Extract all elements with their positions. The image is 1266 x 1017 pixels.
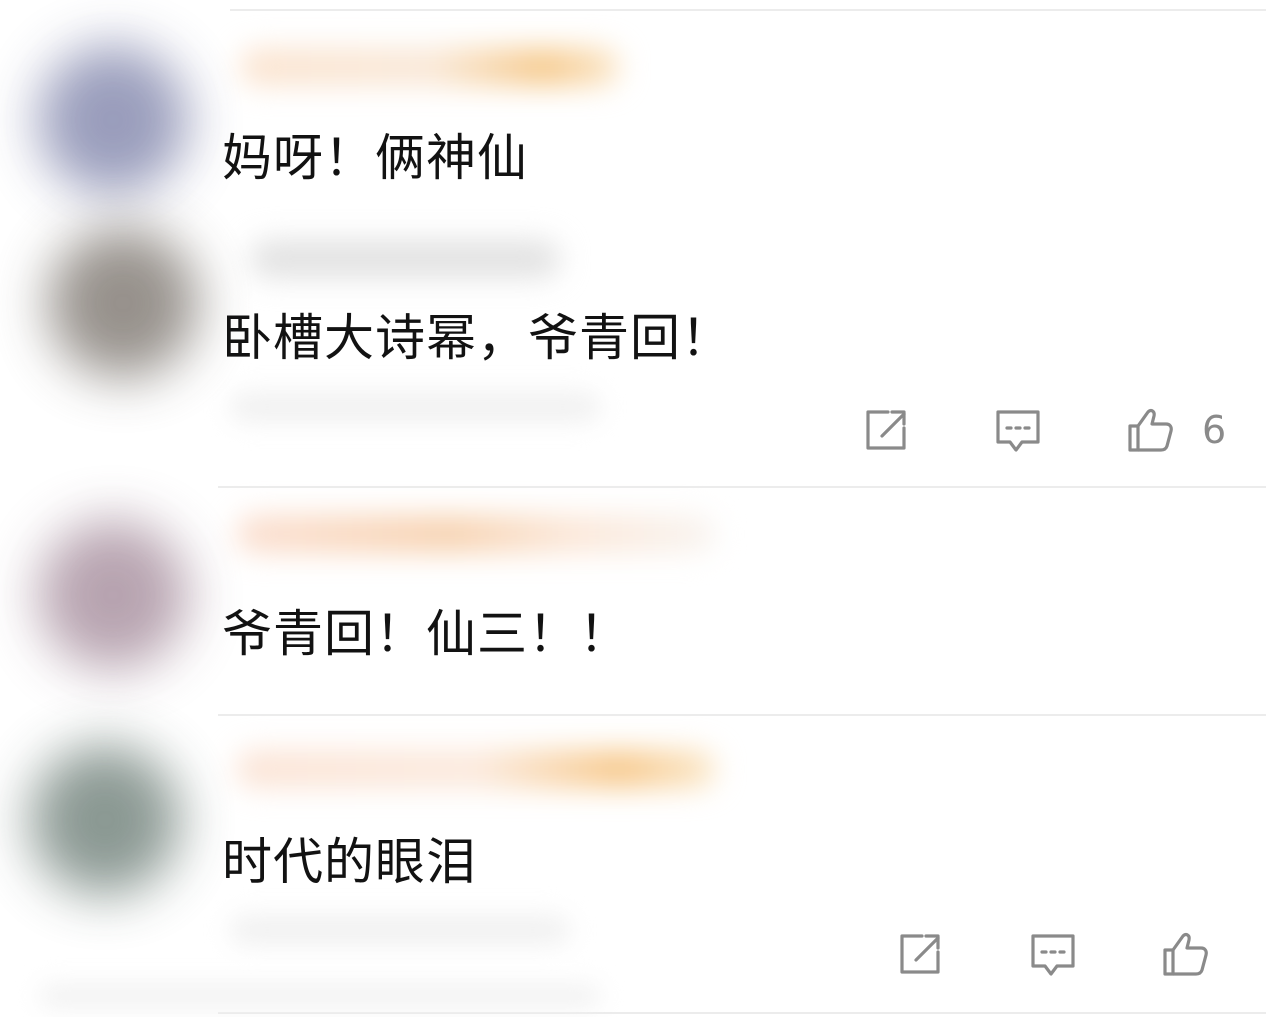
- comment-text: 爷青回！仙三！！: [222, 605, 630, 663]
- divider: [230, 9, 1266, 11]
- username-blurred[interactable]: [240, 48, 620, 86]
- comment-text: 妈呀！俩神仙: [222, 129, 528, 187]
- like-button[interactable]: [1122, 402, 1178, 458]
- divider: [218, 486, 1266, 488]
- reply-button[interactable]: [990, 402, 1046, 458]
- reply-button[interactable]: [1025, 926, 1081, 982]
- comment-actions: [0, 926, 1266, 982]
- share-icon: [866, 410, 906, 450]
- username-blurred[interactable]: [236, 750, 716, 788]
- thumbs-up-icon: [1128, 409, 1173, 452]
- avatar[interactable]: [30, 745, 180, 895]
- avatar[interactable]: [38, 45, 188, 195]
- comment-text: 卧槽大诗幂，爷青回！: [222, 309, 732, 367]
- username-blurred[interactable]: [236, 515, 716, 553]
- avatar[interactable]: [38, 520, 188, 670]
- like-count: 6: [1202, 408, 1227, 452]
- reply-icon: [996, 410, 1040, 452]
- comment-text: 时代的眼泪: [222, 833, 477, 891]
- reply-icon: [1031, 934, 1075, 976]
- avatar[interactable]: [48, 228, 198, 378]
- like-button[interactable]: [1157, 926, 1213, 982]
- comment-actions: 6: [0, 402, 1266, 458]
- comment-meta-blurred: [40, 985, 600, 1007]
- username-blurred[interactable]: [250, 240, 560, 278]
- divider: [218, 1012, 1266, 1014]
- divider: [218, 714, 1266, 716]
- share-icon: [900, 934, 940, 974]
- share-button[interactable]: [858, 402, 914, 458]
- share-button[interactable]: [892, 926, 948, 982]
- thumbs-up-icon: [1163, 933, 1208, 976]
